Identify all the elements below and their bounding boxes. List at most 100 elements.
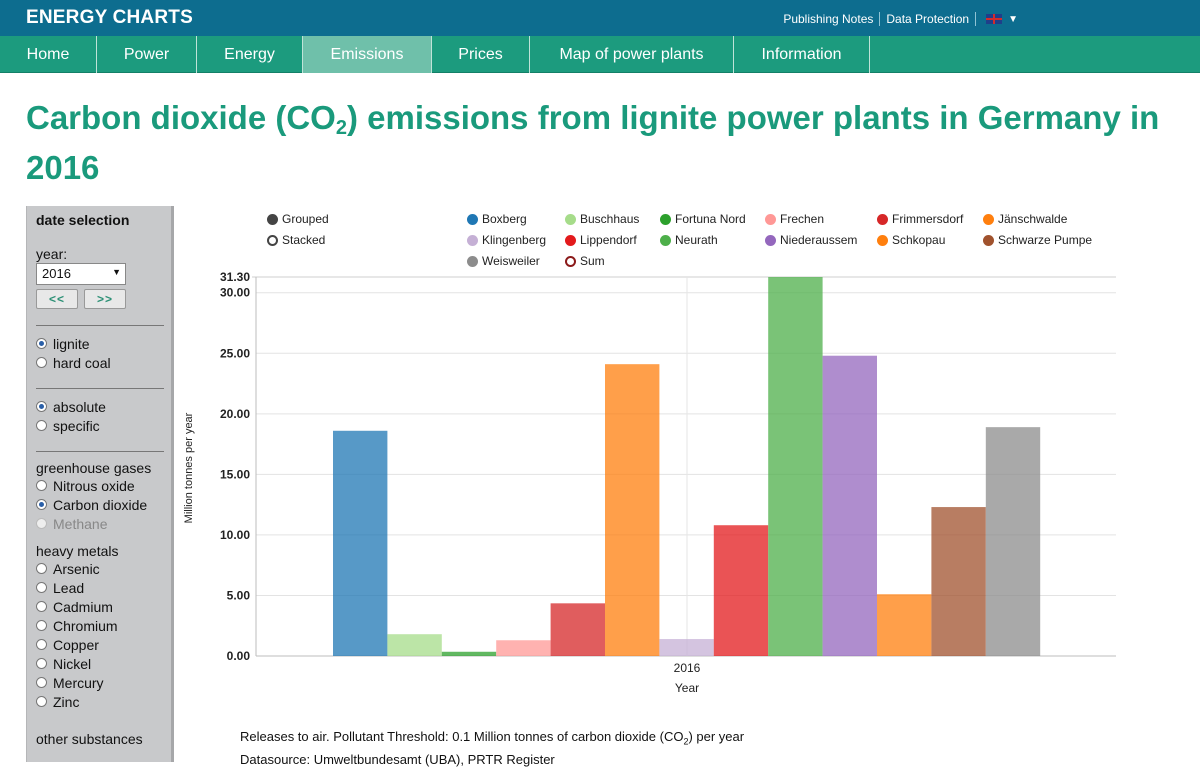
legend-label: Schkopau: [892, 233, 946, 247]
tab-home[interactable]: Home: [0, 36, 97, 73]
bar-j-nschwalde: [605, 364, 660, 656]
radio-icon[interactable]: [36, 357, 47, 368]
greenhouse-gases-title: greenhouse gases: [36, 460, 152, 476]
radio-mercury[interactable]: Mercury: [36, 673, 162, 692]
bar-frechen: [496, 640, 551, 656]
radio-icon[interactable]: [36, 620, 47, 631]
radio-selected-icon[interactable]: [36, 401, 47, 412]
y-axis-label: Million tonnes per year: [183, 412, 195, 523]
publishing-notes-link[interactable]: Publishing Notes: [783, 12, 873, 26]
radio-cadmium[interactable]: Cadmium: [36, 597, 162, 616]
radio-nickel[interactable]: Nickel: [36, 654, 162, 673]
legend-item-lippendorf[interactable]: Lippendorf: [565, 233, 637, 247]
legend-label: Niederaussem: [780, 233, 858, 247]
tab-map-of-power-plants[interactable]: Map of power plants: [530, 36, 734, 73]
radio-specific[interactable]: specific: [36, 416, 162, 435]
radio-absolute[interactable]: absolute: [36, 397, 162, 416]
bar-schwarze-pumpe: [931, 507, 986, 656]
empty-circle-icon[interactable]: [267, 234, 278, 246]
radio-nitrous-oxide[interactable]: Nitrous oxide: [36, 476, 162, 495]
legend-item-frimmersdorf[interactable]: Frimmersdorf: [877, 212, 963, 226]
legend-label: Frechen: [780, 212, 825, 226]
main-navigation: Home Power Energy Emissions Prices Map o…: [0, 36, 1200, 73]
tab-energy[interactable]: Energy: [197, 36, 303, 73]
option-stacked[interactable]: Stacked: [267, 233, 325, 247]
legend-label: Jänschwalde: [998, 212, 1068, 226]
radio-arsenic[interactable]: Arsenic: [36, 559, 162, 578]
y-tick-label: 20.00: [220, 407, 250, 421]
radio-label: Chromium: [53, 617, 118, 634]
radio-label: Nitrous oxide: [53, 477, 135, 494]
radio-label: Methane: [53, 515, 108, 532]
year-select-value: 2016: [42, 266, 71, 281]
radio-lignite[interactable]: lignite: [36, 334, 162, 353]
legend-swatch: [983, 234, 994, 246]
legend-item-schwarze-pumpe[interactable]: Schwarze Pumpe: [983, 233, 1092, 247]
tab-information[interactable]: Information: [734, 36, 870, 73]
y-tick-label: 25.00: [220, 346, 250, 360]
legend-item-j-nschwalde[interactable]: Jänschwalde: [983, 212, 1067, 226]
legend-item-fortuna-nord[interactable]: Fortuna Nord: [660, 212, 746, 226]
radio-icon[interactable]: [36, 658, 47, 669]
legend-item-boxberg[interactable]: Boxberg: [467, 212, 527, 226]
sidebar-heading: date selection: [36, 212, 130, 228]
legend-swatch: [467, 213, 478, 225]
radio-hard-coal[interactable]: hard coal: [36, 353, 162, 372]
legend-item-klingenberg[interactable]: Klingenberg: [467, 233, 546, 247]
legend-item-niederaussem[interactable]: Niederaussem: [765, 233, 857, 247]
y-tick-label: 0.00: [227, 649, 251, 663]
tab-emissions[interactable]: Emissions: [303, 36, 432, 73]
sidebar-divider: [36, 325, 164, 326]
legend-swatch: [765, 234, 776, 246]
legend-label: Schwarze Pumpe: [998, 233, 1093, 247]
x-tick-label: 2016: [674, 661, 701, 675]
bar-neurath: [768, 277, 823, 656]
legend-item-buschhaus[interactable]: Buschhaus: [565, 212, 639, 226]
legend-swatch: [565, 213, 576, 225]
bar-frimmersdorf: [550, 603, 605, 656]
heavy-metals-title: heavy metals: [36, 543, 119, 559]
tab-power[interactable]: Power: [97, 36, 197, 73]
other-substances-title: other substances: [36, 731, 143, 747]
radio-icon[interactable]: [36, 420, 47, 431]
y-tick-label: 15.00: [220, 467, 250, 481]
sidebar-divider: [36, 388, 164, 389]
year-select[interactable]: 2016 ▼: [36, 263, 126, 285]
language-dropdown-icon[interactable]: ▼: [1008, 14, 1018, 25]
radio-zinc[interactable]: Zinc: [36, 692, 162, 711]
radio-icon[interactable]: [36, 480, 47, 491]
tab-prices[interactable]: Prices: [432, 36, 530, 73]
legend-item-neurath[interactable]: Neurath: [660, 233, 718, 247]
radio-selected-icon[interactable]: [36, 499, 47, 510]
radio-label: Arsenic: [53, 560, 100, 577]
radio-carbon-dioxide[interactable]: Carbon dioxide: [36, 495, 162, 514]
next-year-button[interactable]: >>: [84, 289, 126, 309]
legend-label: Buschhaus: [580, 212, 640, 226]
radio-label: absolute: [53, 398, 106, 415]
legend-item-frechen[interactable]: Frechen: [765, 212, 824, 226]
radio-lead[interactable]: Lead: [36, 578, 162, 597]
option-grouped[interactable]: Grouped: [267, 212, 329, 226]
filled-circle-icon[interactable]: [267, 213, 278, 225]
legend-label: Boxberg: [482, 212, 527, 226]
radio-icon[interactable]: [36, 563, 47, 574]
link-divider: [879, 12, 881, 26]
radio-label: lignite: [53, 335, 90, 352]
previous-year-button[interactable]: <<: [36, 289, 78, 309]
y-tick-label: 5.00: [227, 588, 251, 602]
brand-logo[interactable]: ENERGY CHARTS: [26, 7, 193, 29]
uk-flag-icon[interactable]: [986, 14, 1003, 24]
radio-selected-icon[interactable]: [36, 338, 47, 349]
legend-swatch: [467, 234, 478, 246]
radio-icon[interactable]: [36, 601, 47, 612]
radio-icon[interactable]: [36, 677, 47, 688]
legend-item-schkopau[interactable]: Schkopau: [877, 233, 945, 247]
data-protection-link[interactable]: Data Protection: [886, 12, 969, 26]
radio-icon[interactable]: [36, 639, 47, 650]
radio-icon[interactable]: [36, 696, 47, 707]
radio-chromium[interactable]: Chromium: [36, 616, 162, 635]
radio-copper[interactable]: Copper: [36, 635, 162, 654]
bar-boxberg: [333, 430, 388, 656]
radio-icon[interactable]: [36, 582, 47, 593]
page-title: Carbon dioxide (CO2) emissions from lign…: [26, 98, 1186, 188]
